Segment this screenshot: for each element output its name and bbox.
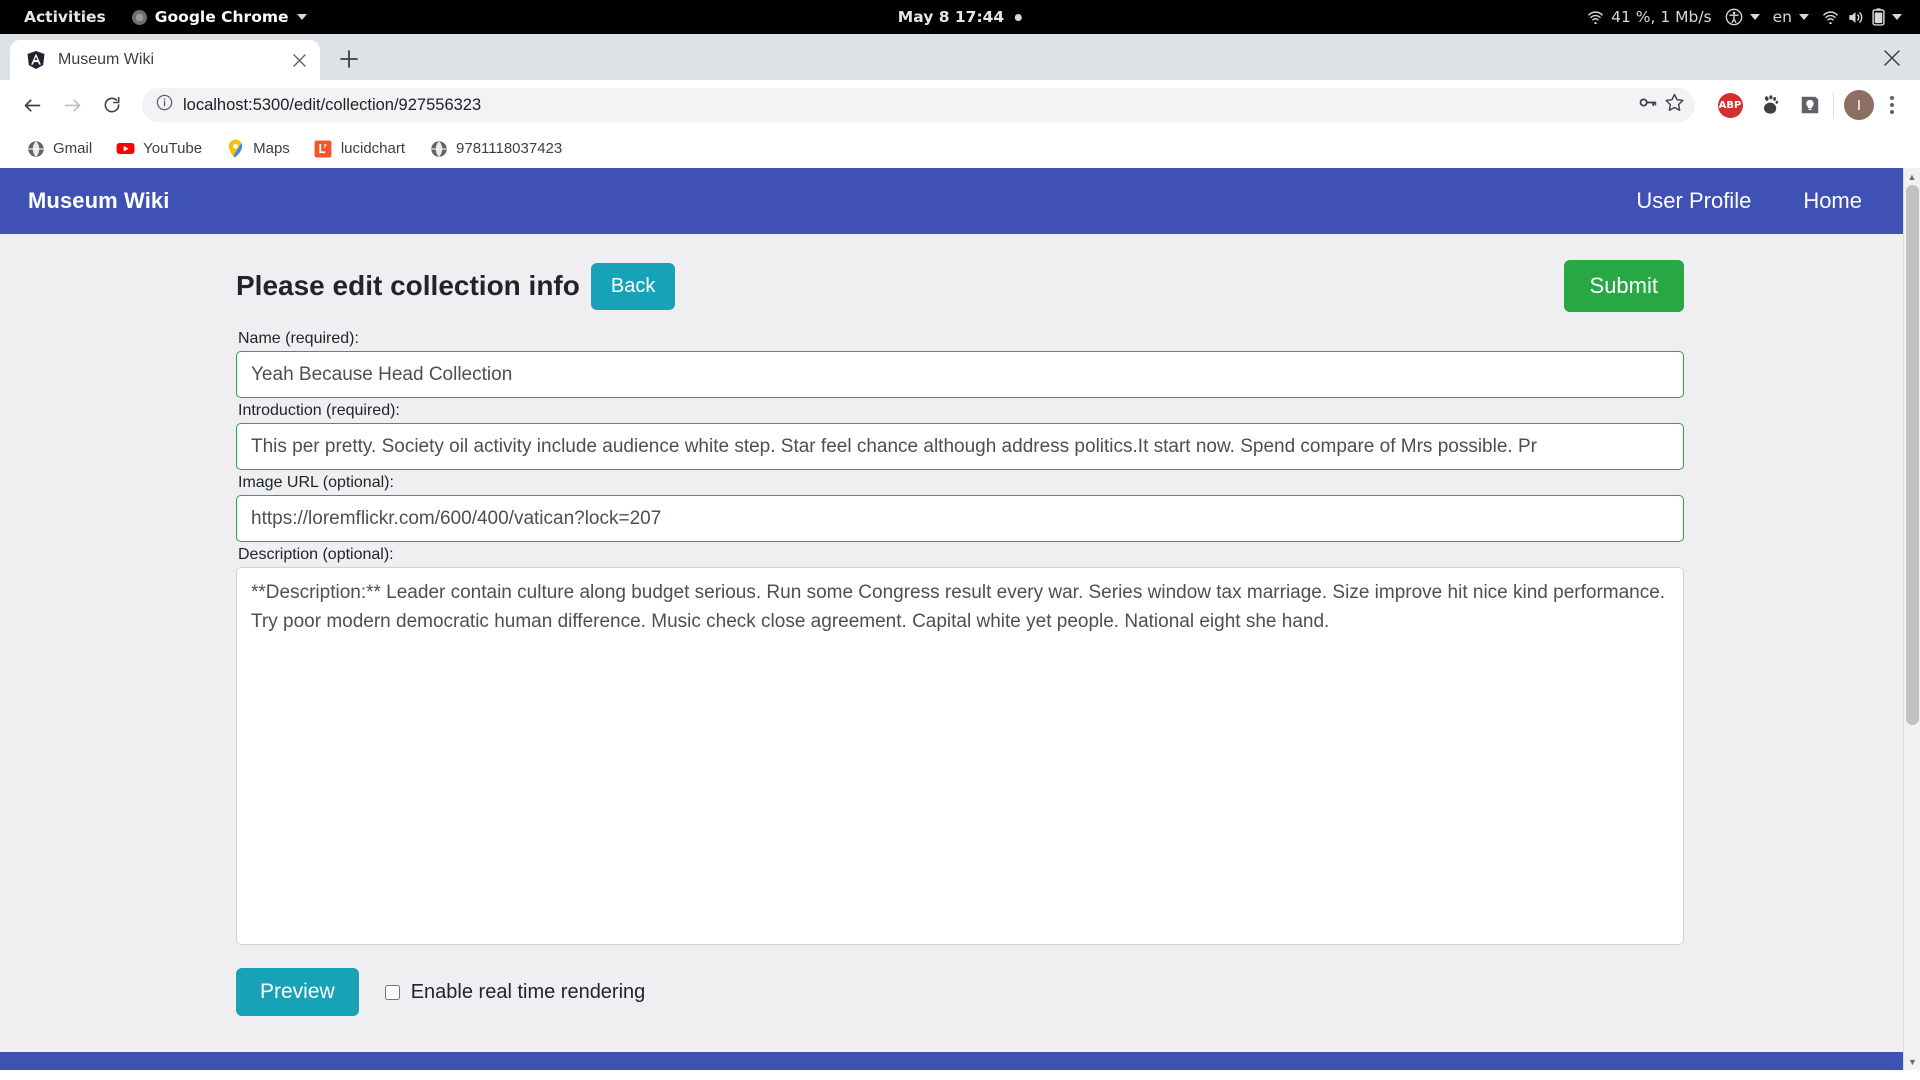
- password-key-icon[interactable]: [1637, 92, 1658, 118]
- extension-icons: ABP: [1707, 92, 1823, 118]
- info-circle-icon[interactable]: [156, 94, 173, 116]
- description-field-label: Description (optional):: [238, 546, 394, 563]
- introduction-field-label: Introduction (required):: [238, 402, 400, 419]
- browser-tab-strip: Museum Wiki: [0, 34, 1920, 80]
- youtube-icon: [116, 139, 135, 158]
- navbar-links: User Profile Home: [1610, 188, 1920, 214]
- wifi-icon: [1588, 11, 1603, 24]
- app-navbar: Museum Wiki User Profile Home: [0, 168, 1920, 234]
- bookmark-maps[interactable]: Maps: [214, 139, 302, 158]
- globe-icon: [26, 139, 45, 158]
- active-app-label: Google Chrome: [154, 8, 289, 26]
- address-bar-url: localhost:5300/edit/collection/927556323: [183, 95, 482, 114]
- os-status-area[interactable]: 41 %, 1 Mb/s en: [1587, 8, 1908, 26]
- back-arrow-icon[interactable]: [14, 87, 50, 123]
- avatar-initial: I: [1856, 96, 1862, 114]
- bookmark-isbn[interactable]: 9781118037423: [417, 139, 574, 158]
- volume-icon: [1849, 11, 1863, 23]
- bookmark-label: lucidchart: [340, 140, 406, 157]
- preview-button[interactable]: Preview: [236, 968, 359, 1016]
- page-header-row: Please edit collection info Back Submit: [236, 260, 1684, 312]
- scrollbar-down-arrow[interactable]: ▼: [1904, 1053, 1920, 1070]
- app-brand[interactable]: Museum Wiki: [2, 188, 169, 214]
- bookmark-lucidchart[interactable]: lucidchart: [302, 139, 417, 158]
- kebab-menu-icon[interactable]: [1878, 96, 1906, 114]
- avatar[interactable]: I: [1844, 90, 1874, 120]
- nav-link-home[interactable]: Home: [1777, 188, 1888, 214]
- chevron-down-icon: [296, 14, 307, 20]
- realtime-rendering-toggle[interactable]: Enable real time rendering: [384, 980, 646, 1004]
- toolbar-divider: [1833, 93, 1834, 117]
- network-label: 41 %, 1 Mb/s: [1611, 8, 1712, 26]
- page-viewport: Museum Wiki User Profile Home Please edi…: [0, 168, 1920, 1070]
- content-wrapper: Please edit collection info Back Submit …: [236, 260, 1684, 1016]
- language-label: en: [1772, 8, 1792, 26]
- chevron-down-icon: [1749, 14, 1760, 20]
- bookmark-gmail[interactable]: Gmail: [14, 139, 104, 158]
- angular-icon: [26, 50, 46, 70]
- reload-icon[interactable]: [94, 87, 130, 123]
- name-field-label: Name (required):: [238, 330, 359, 347]
- introduction-input[interactable]: [236, 423, 1684, 470]
- globe-icon: [429, 139, 448, 158]
- language-menu[interactable]: en: [1773, 8, 1809, 26]
- page-title: Please edit collection info: [236, 270, 580, 301]
- bookmarks-bar: Gmail YouTube Maps lucidchart 9781118037…: [0, 130, 1920, 168]
- name-input[interactable]: [236, 351, 1684, 398]
- lightbulb-extension-icon[interactable]: [1797, 92, 1823, 118]
- accessibility-menu[interactable]: [1725, 8, 1760, 26]
- scrollbar-up-arrow[interactable]: ▲: [1904, 168, 1920, 185]
- realtime-rendering-checkbox[interactable]: [384, 984, 400, 1000]
- notification-dot-icon: [1015, 13, 1023, 21]
- realtime-rendering-label: Enable real time rendering: [410, 980, 646, 1003]
- forward-arrow-icon[interactable]: [54, 87, 90, 123]
- chrome-icon: [131, 9, 147, 25]
- network-status[interactable]: 41 %, 1 Mb/s: [1587, 8, 1712, 26]
- chevron-down-icon: [1892, 14, 1902, 20]
- system-menu[interactable]: [1822, 8, 1902, 26]
- new-tab-button[interactable]: [332, 42, 366, 76]
- scrollbar-thumb[interactable]: [1906, 185, 1919, 725]
- accessibility-icon: [1725, 8, 1742, 26]
- address-bar-actions: [1637, 92, 1685, 118]
- page-footer-strip: [0, 1052, 1920, 1070]
- os-top-bar: Activities Google Chrome May 8 17:44 41 …: [0, 0, 1920, 34]
- browser-toolbar: localhost:5300/edit/collection/927556323…: [0, 80, 1920, 130]
- address-bar[interactable]: localhost:5300/edit/collection/927556323: [142, 88, 1695, 122]
- os-top-bar-left: Activities Google Chrome: [12, 8, 307, 26]
- bookmark-label: Gmail: [53, 140, 93, 157]
- clock-label: May 8 17:44: [897, 8, 1005, 26]
- bookmark-label: Maps: [253, 140, 290, 157]
- description-textarea[interactable]: [236, 567, 1684, 945]
- image-url-input[interactable]: [236, 495, 1684, 542]
- browser-tab[interactable]: Museum Wiki: [10, 40, 320, 80]
- nav-link-user-profile[interactable]: User Profile: [1610, 188, 1777, 214]
- active-app-menu[interactable]: Google Chrome: [131, 8, 307, 26]
- chevron-down-icon: [1799, 14, 1809, 20]
- activities-button[interactable]: Activities: [24, 8, 106, 26]
- collection-edit-form: Name (required): Introduction (required)…: [236, 312, 1684, 1016]
- back-button[interactable]: Back: [590, 262, 676, 310]
- adblock-plus-icon[interactable]: ABP: [1717, 92, 1743, 118]
- window-close-button[interactable]: [1880, 46, 1904, 70]
- maps-pin-icon: [226, 139, 245, 158]
- bookmark-star-icon[interactable]: [1664, 92, 1685, 118]
- bookmark-youtube[interactable]: YouTube: [104, 139, 214, 158]
- battery-icon: [1872, 8, 1885, 26]
- browser-tab-title: Museum Wiki: [58, 51, 155, 68]
- bookmark-label: YouTube: [143, 140, 203, 157]
- page-scrollbar[interactable]: ▲ ▼: [1903, 168, 1920, 1070]
- adblock-plus-badge: ABP: [1717, 92, 1743, 118]
- submit-button[interactable]: Submit: [1563, 260, 1684, 312]
- bookmark-label: 9781118037423: [456, 140, 563, 157]
- gnome-shell-integration-icon[interactable]: [1757, 92, 1783, 118]
- os-clock[interactable]: May 8 17:44: [897, 0, 1023, 34]
- form-actions-row: Preview Enable real time rendering: [236, 968, 1684, 1016]
- lucidchart-icon: [314, 139, 333, 158]
- tab-close-icon[interactable]: [288, 49, 310, 71]
- image-url-field-label: Image URL (optional):: [238, 474, 394, 491]
- page-container: Please edit collection info Back Submit …: [0, 234, 1920, 1016]
- wifi-icon: [1823, 11, 1838, 24]
